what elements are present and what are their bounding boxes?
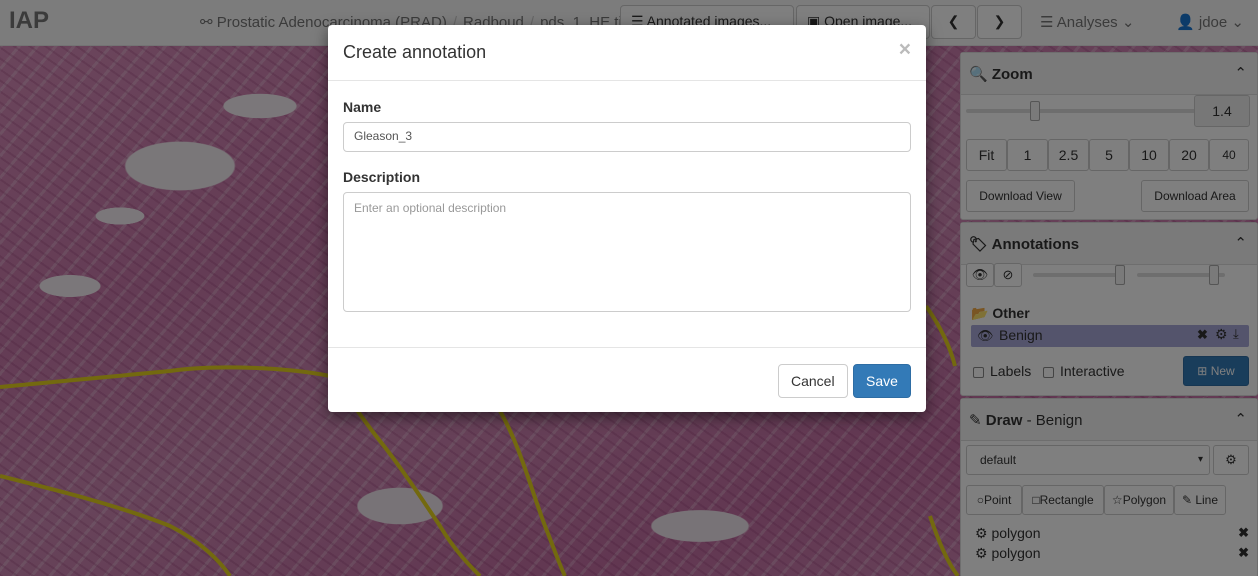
cancel-button[interactable]: Cancel [778,364,848,398]
name-label: Name [343,99,382,115]
modal-header: Create annotation × [328,25,926,81]
description-textarea[interactable]: Enter an optional description [343,192,911,312]
name-input[interactable]: Gleason_3 [343,122,911,152]
close-icon[interactable]: × [899,38,911,62]
description-label: Description [343,169,421,185]
modal-title: Create annotation [343,42,487,62]
modal-footer: Cancel Save [328,347,926,412]
save-button[interactable]: Save [853,364,911,398]
create-annotation-modal: Create annotation × Name Gleason_3 Descr… [328,25,926,412]
